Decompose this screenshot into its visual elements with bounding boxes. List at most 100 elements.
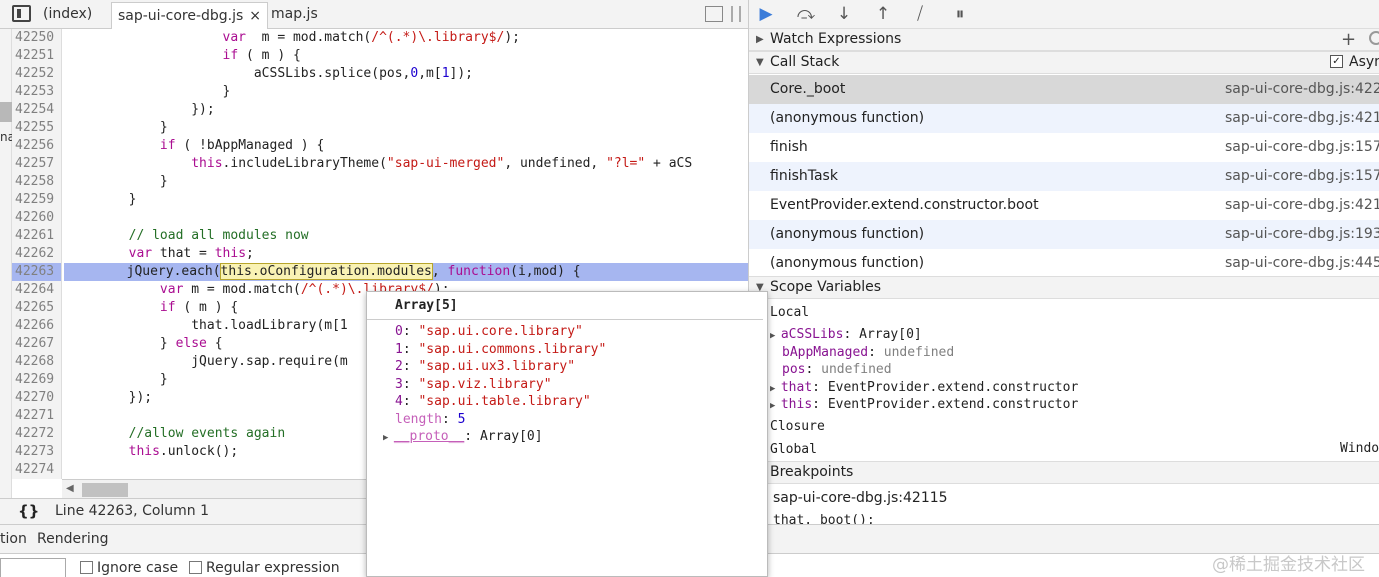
line-number[interactable]: 42259 — [12, 191, 62, 209]
step-into-icon[interactable]: ↓ — [833, 4, 855, 24]
scope-var[interactable]: pos: undefined — [782, 361, 892, 378]
code-line[interactable]: } — [66, 83, 231, 101]
line-number[interactable]: 42267 — [12, 335, 62, 353]
toggle-navigator-icon[interactable] — [12, 5, 31, 22]
line-number[interactable]: 42255 — [12, 119, 62, 137]
drawer-tab-emulation[interactable]: tion — [0, 531, 27, 547]
line-number[interactable]: 42250 — [12, 29, 62, 47]
call-frame[interactable]: Core._boot sap-ui-core-dbg.js:4226 — [749, 75, 1379, 104]
breakpoints-header[interactable]: Breakpoints — [749, 461, 1379, 484]
code-line[interactable]: this.includeLibraryTheme("sap-ui-merged"… — [66, 155, 692, 173]
array-item[interactable]: 3: "sap.viz.library" — [395, 376, 552, 393]
scope-var[interactable]: bAppManaged: undefined — [782, 344, 954, 361]
watch-expressions-header[interactable]: ▶ Watch Expressions + — [749, 28, 1379, 51]
code-line[interactable]: } — [66, 371, 168, 389]
pretty-print-icon[interactable]: {} — [18, 502, 39, 520]
frame-location[interactable]: sap-ui-core-dbg.js:1577 — [1225, 133, 1379, 162]
toggle-debugger-icon[interactable] — [705, 6, 723, 22]
breakpoint-location[interactable]: sap-ui-core-dbg.js:42115 — [773, 490, 948, 507]
line-number[interactable]: 42256 — [12, 137, 62, 155]
scope-var[interactable]: ▶ that: EventProvider.extend.constructor — [770, 379, 1078, 398]
call-frame[interactable]: finishTask sap-ui-core-dbg.js:1576 — [749, 162, 1379, 191]
code-line[interactable]: } — [66, 173, 168, 191]
line-number[interactable]: 42273 — [12, 443, 62, 461]
scope-variables-header[interactable]: ▼ Scope Variables — [749, 276, 1379, 299]
async-checkbox[interactable]: ✓ — [1330, 55, 1343, 68]
frame-location[interactable]: sap-ui-core-dbg.js:1936 — [1225, 220, 1379, 249]
call-frame[interactable]: EventProvider.extend.constructor.boot sap… — [749, 191, 1379, 220]
array-item[interactable]: 0: "sap.ui.core.library" — [395, 323, 583, 340]
code-line[interactable]: var that = this; — [66, 245, 254, 263]
scope-global[interactable]: Global — [770, 441, 817, 458]
frame-location[interactable]: sap-ui-core-dbg.js:4226 — [1225, 75, 1379, 104]
regex-checkbox[interactable] — [189, 561, 202, 574]
close-icon[interactable]: × — [249, 8, 261, 24]
pause-on-exceptions-icon[interactable]: ⏸ — [949, 4, 971, 24]
ignore-case-checkbox[interactable] — [80, 561, 93, 574]
tab-sap-ui-core[interactable]: sap-ui-core-dbg.js × — [111, 2, 269, 30]
line-number[interactable]: 42263 — [12, 263, 62, 281]
hovered-expression[interactable]: this.oConfiguration.modules — [219, 263, 433, 280]
search-input[interactable] — [0, 558, 66, 577]
code-line[interactable]: }); — [66, 389, 152, 407]
code-line[interactable]: aCSSLibs.splice(pos,0,m[1]); — [66, 65, 473, 83]
code-line[interactable]: that.loadLibrary(m[1 — [66, 317, 348, 335]
line-number[interactable]: 42271 — [12, 407, 62, 425]
call-frame[interactable]: finish sap-ui-core-dbg.js:1577 — [749, 133, 1379, 162]
code-line[interactable]: if ( m ) { — [66, 299, 238, 317]
expand-icon[interactable]: ▶ — [770, 331, 781, 341]
array-item[interactable]: 4: "sap.ui.table.library" — [395, 393, 591, 410]
frame-location[interactable]: sap-ui-core-dbg.js:1576 — [1225, 162, 1379, 191]
expand-icon[interactable]: ▶ — [770, 401, 781, 411]
code-line[interactable]: } else { — [66, 335, 223, 353]
tab-index[interactable]: (index) — [37, 0, 98, 29]
line-number[interactable]: 42262 — [12, 245, 62, 263]
code-line[interactable]: this.unlock(); — [66, 443, 239, 461]
pause-panel-icon[interactable] — [731, 6, 741, 22]
line-number[interactable]: 42257 — [12, 155, 62, 173]
drawer-tab-rendering[interactable]: Rendering — [37, 531, 109, 547]
line-number[interactable]: 42270 — [12, 389, 62, 407]
code-line[interactable]: //allow events again — [66, 425, 286, 443]
line-number[interactable]: 42260 — [12, 209, 62, 227]
call-stack-header[interactable]: ▼ Call Stack ✓ Async — [749, 51, 1379, 74]
array-proto[interactable]: ▶ __proto__: Array[0] — [383, 428, 543, 447]
line-number[interactable]: 42252 — [12, 65, 62, 83]
code-line[interactable]: } — [66, 191, 137, 209]
code-line[interactable]: }); — [66, 101, 215, 119]
frame-location[interactable]: sap-ui-core-dbg.js:4211 — [1225, 104, 1379, 133]
scope-closure[interactable]: Closure — [770, 418, 825, 435]
scroll-left-icon[interactable]: ◀ — [66, 483, 74, 494]
code-line[interactable]: var m = mod.match(/^(.*)\.library$/); — [66, 29, 520, 47]
scope-var[interactable]: ▶ this: EventProvider.extend.constructor — [770, 396, 1078, 415]
call-frame[interactable]: (anonymous function) sap-ui-core-dbg.js:4… — [749, 249, 1379, 278]
call-frame[interactable]: (anonymous function) sap-ui-core-dbg.js:1… — [749, 220, 1379, 249]
expand-icon[interactable]: ▶ — [770, 384, 781, 394]
frame-location[interactable]: sap-ui-core-dbg.js:4454 — [1225, 249, 1379, 278]
deactivate-breakpoints-icon[interactable]: ⧸ — [909, 4, 931, 24]
code-line[interactable]: if ( !bAppManaged ) { — [66, 137, 324, 155]
array-item[interactable]: 2: "sap.ui.ux3.library" — [395, 358, 575, 375]
expand-icon[interactable]: ▶ — [383, 433, 394, 443]
line-number[interactable]: 42274 — [12, 461, 62, 479]
line-number[interactable]: 42266 — [12, 317, 62, 335]
add-watch-icon[interactable]: + — [1341, 29, 1356, 50]
frame-location[interactable]: sap-ui-core-dbg.js:4215 — [1225, 191, 1379, 220]
line-number[interactable]: 42265 — [12, 299, 62, 317]
line-number[interactable]: 42251 — [12, 47, 62, 65]
line-number[interactable]: 42258 — [12, 173, 62, 191]
line-number[interactable]: 42254 — [12, 101, 62, 119]
tab-map[interactable]: map.js — [265, 0, 324, 29]
code-line[interactable]: } — [66, 119, 168, 137]
code-line[interactable]: // load all modules now — [66, 227, 309, 245]
scroll-thumb[interactable] — [82, 483, 128, 497]
line-number[interactable]: 42272 — [12, 425, 62, 443]
scope-var[interactable]: ▶ aCSSLibs: Array[0] — [770, 326, 922, 345]
code-line[interactable]: jQuery.each(this.oConfiguration.modules,… — [64, 263, 748, 281]
line-number[interactable]: 42269 — [12, 371, 62, 389]
line-number[interactable]: 42268 — [12, 353, 62, 371]
line-number[interactable]: 42264 — [12, 281, 62, 299]
array-item[interactable]: 1: "sap.ui.commons.library" — [395, 341, 606, 358]
code-line[interactable]: jQuery.sap.require(m — [66, 353, 348, 371]
call-frame[interactable]: (anonymous function) sap-ui-core-dbg.js:4… — [749, 104, 1379, 133]
